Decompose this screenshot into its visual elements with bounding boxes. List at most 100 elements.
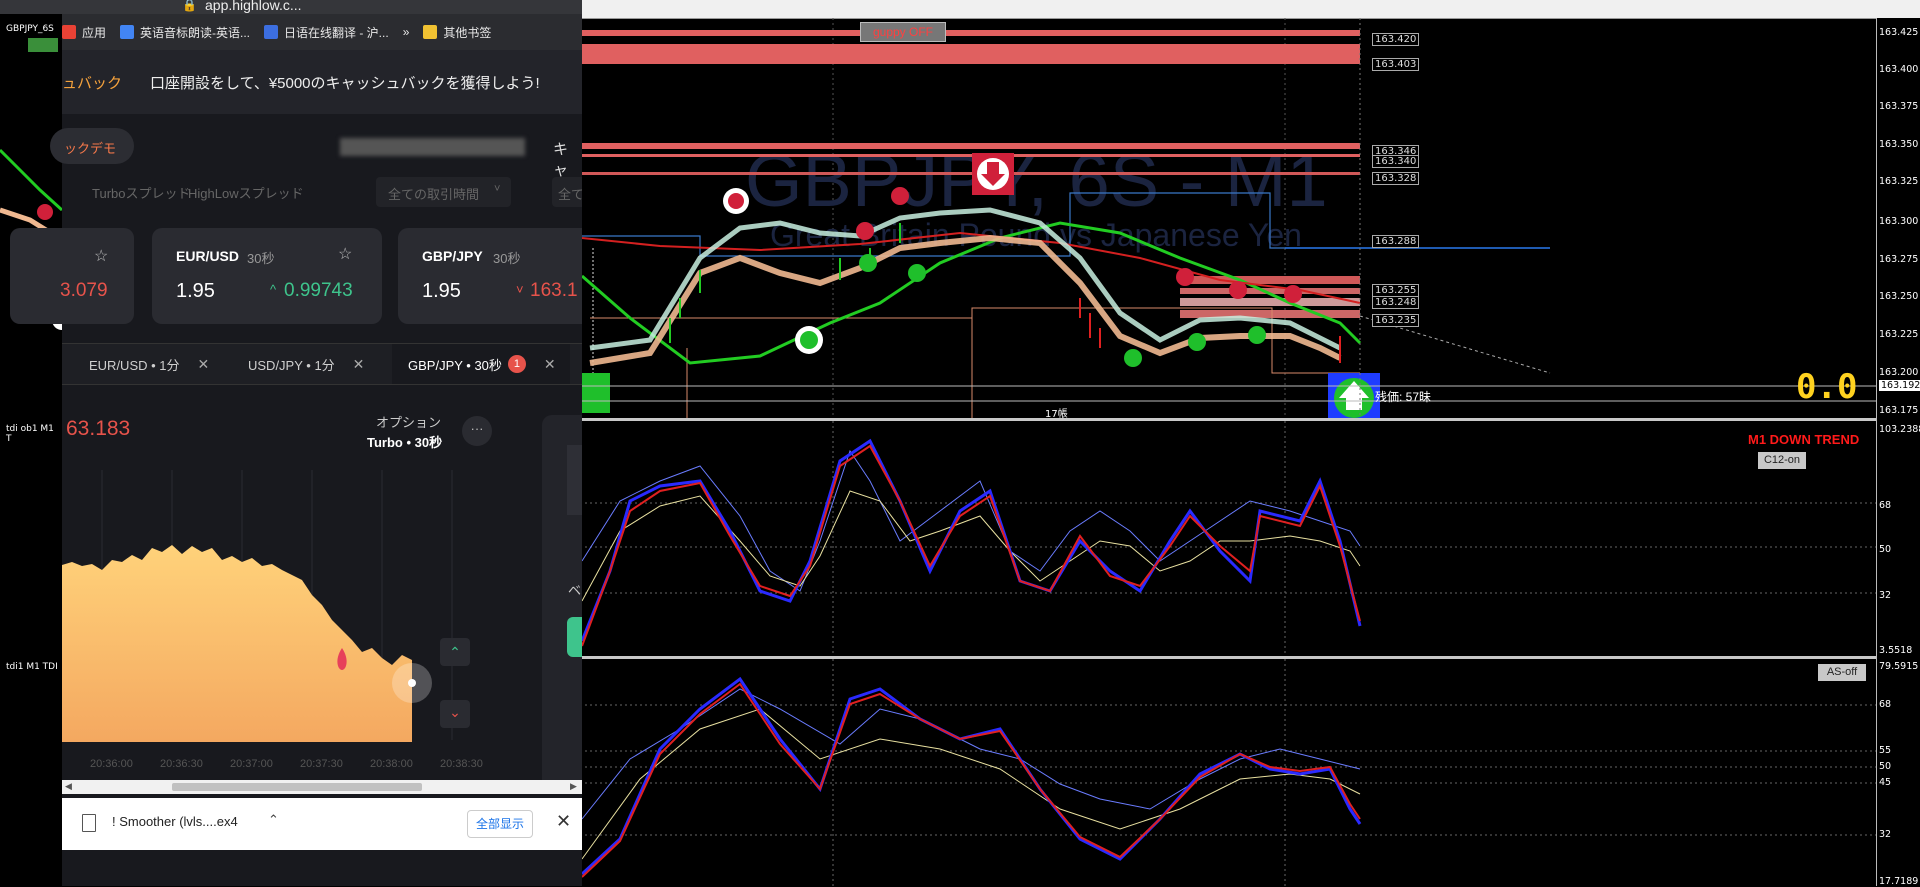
level-label: 163.328 [1372, 172, 1420, 185]
trade-panel-edge[interactable]: ベ [542, 415, 582, 790]
star-icon[interactable]: ☆ [338, 244, 352, 264]
price-tick: 163.275 [1879, 254, 1919, 265]
panel2-tick: 55 [1879, 745, 1892, 756]
panel2-tick: 50 [1879, 761, 1892, 772]
panel-block [567, 445, 582, 515]
file-icon [82, 814, 96, 832]
level-label: 163.420 [1372, 33, 1420, 46]
trend-label: M1 DOWN TREND [1748, 432, 1860, 447]
open-tabs-bar: EUR/USD • 1分 ✕ USD/JPY • 1分 ✕ GBP/JPY • 30… [62, 343, 582, 385]
asset-payout: 1.95 [176, 280, 215, 302]
scrollbar-thumb[interactable] [172, 783, 422, 791]
price-tick: 163.250 [1879, 291, 1919, 302]
header-right-text[interactable]: キャ [553, 138, 582, 180]
level-label: 163.340 [1372, 155, 1420, 168]
remaining-time-label: 残価: 57昧 [1375, 390, 1432, 404]
big-countdown-number: 0.0 [1796, 367, 1858, 407]
time-filter-select[interactable]: 全ての取引時間 ˅ [376, 177, 511, 207]
star-icon[interactable]: ☆ [94, 246, 108, 266]
as-toggle-button[interactable]: AS-off [1818, 664, 1866, 681]
promo-banner[interactable]: ュバック 口座開設をして、¥5000のキャッシュバックを獲得しよう! [62, 50, 582, 114]
show-all-downloads-button[interactable]: 全部显示 [467, 810, 533, 838]
close-icon[interactable]: ✕ [198, 356, 210, 373]
demo-pill[interactable]: ックデモ [50, 128, 134, 164]
apps-grid-icon [62, 25, 76, 39]
close-icon[interactable]: ✕ [544, 356, 556, 373]
chart-watermark-title: GBPJPY, 6S - M1 [745, 139, 1328, 222]
time-tick: 20:38:30 [440, 758, 483, 770]
tab-eurusd[interactable]: EUR/USD • 1分 ✕ [89, 344, 209, 384]
panel1-tick: 3.5518 [1879, 645, 1913, 656]
arrow-down-icon: ˅ [516, 282, 524, 297]
price-scale[interactable]: 163.425 163.400 163.375 163.350 163.325 … [1876, 18, 1920, 887]
high-button-edge[interactable] [567, 617, 582, 657]
option-label: オプション [376, 415, 442, 430]
filter-turbo-spread[interactable]: Turboスプレッド [92, 183, 190, 202]
bookmark-japanese[interactable]: 日语在线翻译 - 沪... [264, 24, 389, 41]
price-tick: 163.375 [1879, 101, 1919, 112]
panel2-title-strip: tdi1 M1 TDI [6, 662, 58, 672]
guppy-toggle-button[interactable]: guppy OFF [860, 22, 946, 42]
asset-card-eurusd[interactable]: EUR/USD 30秒 ☆ 1.95 ^ 0.99743 [152, 228, 382, 324]
asset-rate: 163.1 [530, 280, 578, 301]
bookmarks-bar: 应用 英语音标朗读-英语... 日语在线翻译 - 沪... » 其他书签 [62, 14, 582, 50]
time-tick: 20:37:30 [300, 758, 343, 770]
asset-pair: GBP/JPY [422, 248, 483, 264]
horizontal-scrollbar[interactable]: ◀ ▶ [62, 780, 582, 794]
time-tick: 20:36:30 [160, 758, 203, 770]
filter-highlow-spread[interactable]: HighLowスプレッド [188, 183, 304, 202]
scroll-right-icon[interactable]: ▶ [570, 781, 577, 792]
asset-card-partial[interactable]: ☆ 3.079 [10, 228, 134, 324]
close-icon[interactable]: ✕ [556, 811, 571, 832]
notification-badge: 1 [507, 355, 526, 373]
folder-icon [423, 25, 438, 39]
asset-duration: 30秒 [493, 251, 521, 266]
level-label: 163.235 [1372, 314, 1420, 327]
price-tick: 163.300 [1879, 216, 1919, 227]
asset-rate: 0.99743 [284, 280, 353, 301]
download-file-name[interactable]: ! Smoother (lvls....ex4 [112, 814, 238, 829]
panel2-tick: 45 [1879, 777, 1892, 788]
panel2-tick: 68 [1879, 699, 1892, 710]
price-tick: 163.400 [1879, 64, 1919, 75]
browser-window[interactable]: GBPJPY_6S tdi ob1 M1 T tdi1 M1 TDI app.h… [0, 0, 582, 886]
mt4-show-button[interactable] [28, 38, 58, 52]
panel-label: ベ [568, 583, 582, 598]
close-icon[interactable]: ✕ [353, 356, 365, 373]
time-tick: 20:37:00 [230, 758, 273, 770]
downloads-bar: ! Smoother (lvls....ex4 ⌃ 全部显示 ✕ [62, 798, 582, 850]
chevron-up-icon[interactable]: ⌃ [268, 812, 279, 828]
bookmarks-overflow[interactable]: » [403, 25, 410, 39]
time-tick: 20:38:00 [370, 758, 413, 770]
high-arrow-button[interactable]: ⌃ [440, 638, 470, 666]
tab-usdjpy[interactable]: USD/JPY • 1分 ✕ [248, 344, 364, 384]
address-bar[interactable]: app.highlow.c... [205, 0, 302, 13]
lock-icon: 🔒 [182, 0, 197, 12]
left-mt4-strip: GBPJPY_6S tdi ob1 M1 T tdi1 M1 TDI [0, 0, 62, 886]
bookmark-english[interactable]: 英语音标朗读-英语... [120, 24, 250, 41]
low-arrow-button[interactable]: ⌄ [440, 700, 470, 728]
asset-card-gbpjpy[interactable]: GBP/JPY 30秒 1.95 ˅ 163.1 [398, 228, 582, 324]
site-icon [264, 25, 279, 39]
more-options-button[interactable]: ··· [462, 416, 492, 446]
bookmark-other[interactable]: 其他书签 [423, 24, 491, 41]
time-tick: 20:36:00 [90, 758, 133, 770]
price-tick: 163.325 [1879, 176, 1919, 187]
mt4-symbol-label: GBPJPY_6S [6, 24, 54, 34]
chevron-down-icon: ˅ [494, 183, 501, 195]
c12-toggle-button[interactable]: C12-on [1758, 452, 1806, 469]
level-label: 163.248 [1372, 296, 1420, 309]
type-filter-select[interactable]: 全て [552, 177, 582, 207]
current-price-tick: 163.192 [1879, 380, 1920, 391]
bookmark-apps[interactable]: 应用 [62, 24, 106, 41]
tab-gbpjpy[interactable]: GBP/JPY • 30秒 1 ✕ [392, 344, 570, 384]
scroll-left-icon[interactable]: ◀ [65, 781, 72, 792]
site-icon [120, 25, 135, 39]
panel2-tick: 17.7189 [1879, 876, 1919, 887]
mt4-toolbar-strip [582, 0, 1920, 19]
option-type: Turbo • 30秒 [367, 435, 443, 450]
asset-pair: EUR/USD [176, 248, 240, 264]
asset-payout: 1.95 [422, 280, 461, 302]
panel1-tick: 32 [1879, 590, 1892, 601]
panel1-tick: 68 [1879, 500, 1892, 511]
